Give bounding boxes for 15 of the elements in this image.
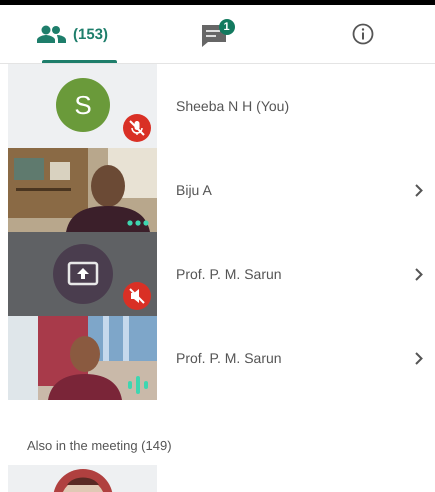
participant-name: Prof. P. M. Sarun — [176, 266, 283, 282]
participant-name: Biju A — [176, 182, 213, 198]
chevron-icon[interactable] — [415, 268, 423, 280]
screen-share-icon — [53, 244, 113, 304]
avatar: S — [56, 78, 110, 132]
chevron-icon[interactable] — [415, 184, 423, 196]
chat-tab[interactable]: 1 — [145, 5, 290, 63]
people-tab[interactable]: (153) — [0, 5, 145, 63]
participant-name: Prof. P. M. Sarun — [176, 350, 283, 366]
participant-name: Sheeba N H (You) — [176, 98, 290, 114]
info-icon — [352, 23, 374, 45]
people-icon — [36, 25, 67, 43]
section-heading: Also in the meeting (149) — [27, 438, 173, 455]
chevron-icon[interactable] — [415, 352, 423, 364]
unread-badge: 1 — [218, 19, 234, 35]
